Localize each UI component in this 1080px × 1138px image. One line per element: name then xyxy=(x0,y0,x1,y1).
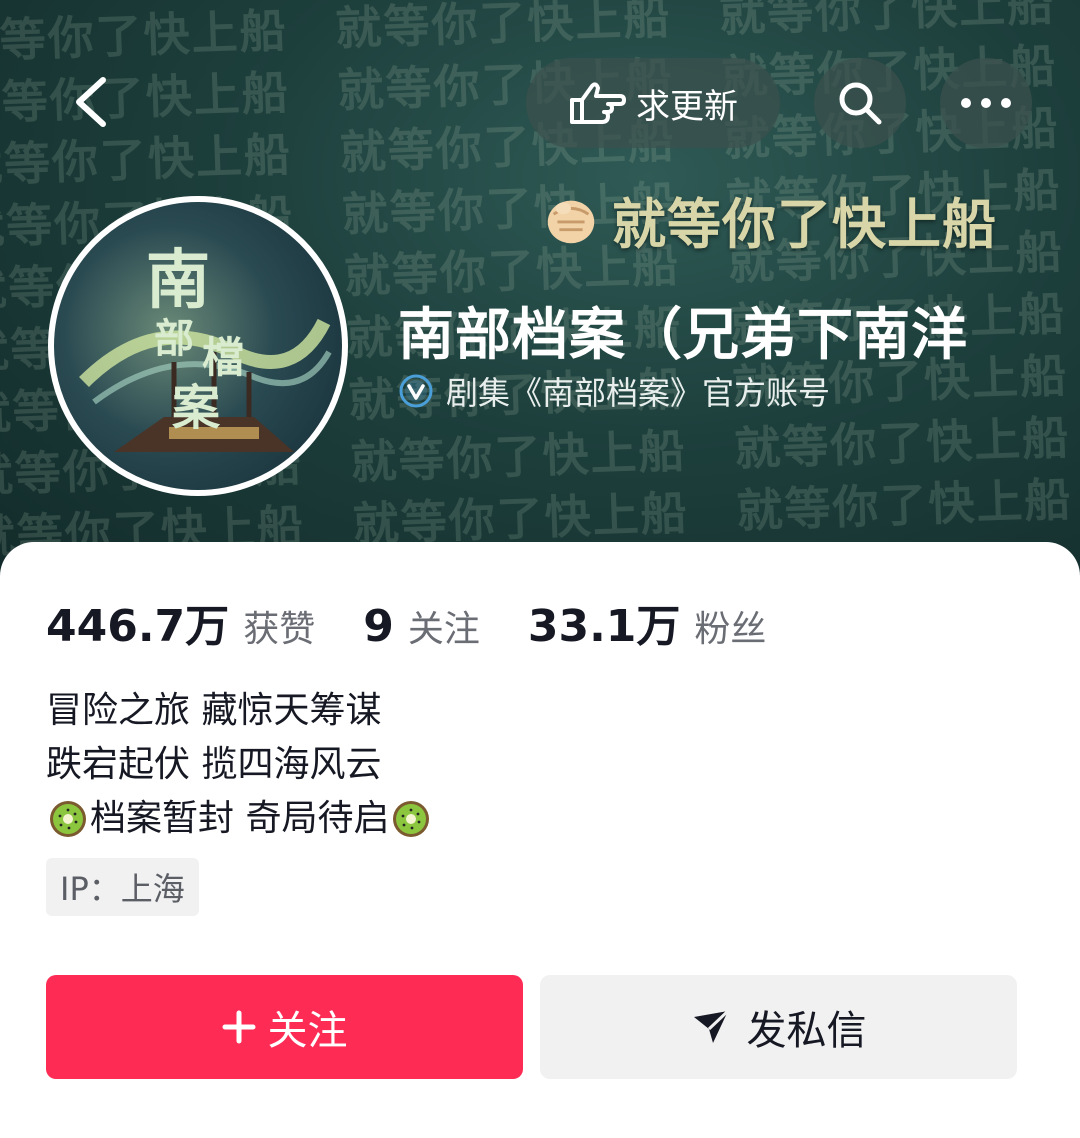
search-button[interactable] xyxy=(814,58,906,148)
profile-name: 南部档案（兄弟下南洋 xyxy=(398,303,968,368)
kiwi-icon xyxy=(393,801,430,837)
following-count[interactable]: 9 xyxy=(363,601,394,652)
search-icon xyxy=(839,82,882,125)
ip-location-tag: IP：上海 xyxy=(46,858,199,916)
plus-icon xyxy=(222,1010,255,1044)
avatar[interactable]: 南 部 檔 案 xyxy=(48,196,348,496)
pointing-hand-icon xyxy=(570,82,626,124)
slogan-text: 就等你了快上船 xyxy=(612,192,997,256)
avatar-title-char-1: 南 xyxy=(146,243,210,318)
fist-icon xyxy=(547,200,595,243)
avatar-artwork: 南 部 檔 案 xyxy=(79,243,332,452)
bio-line-3: 档案暂封 奇局待启 xyxy=(90,798,390,839)
bio-line-1: 冒险之旅 藏惊天筹谋 xyxy=(46,690,382,731)
back-button[interactable] xyxy=(54,64,130,140)
verified-icon xyxy=(399,374,433,408)
kiwi-icon xyxy=(50,801,86,837)
more-button[interactable] xyxy=(940,58,1032,148)
avatar-title-char-3: 檔 xyxy=(202,333,244,382)
bio-line-3-row: 档案暂封 奇局待启 xyxy=(46,792,433,846)
avatar-title-char-2: 部 xyxy=(154,315,194,362)
bio: 冒险之旅 藏惊天筹谋 跌宕起伏 揽四海风云 档案暂封 奇局待启 xyxy=(46,684,433,846)
bio-line-2: 跌宕起伏 揽四海风云 xyxy=(46,744,382,785)
fans-label[interactable]: 粉丝 xyxy=(694,600,766,652)
avatar-title-char-4: 案 xyxy=(172,380,221,436)
send-message-button[interactable]: 发私信 xyxy=(540,975,1017,1079)
send-message-label: 发私信 xyxy=(746,1008,867,1054)
stats-row: 446.7万 获赞 9 关注 33.1万 粉丝 xyxy=(46,590,766,654)
banner-slogan: 就等你了快上船 xyxy=(540,180,997,259)
request-update-button[interactable]: 求更新 xyxy=(526,58,780,148)
likes-count[interactable]: 446.7万 xyxy=(46,590,229,654)
fans-count[interactable]: 33.1万 xyxy=(528,590,681,654)
following-label[interactable]: 关注 xyxy=(408,600,480,652)
request-update-label: 求更新 xyxy=(636,86,738,127)
follow-label: 关注 xyxy=(267,1008,348,1054)
verified-text: 剧集《南部档案》官方账号 xyxy=(446,374,831,412)
verified-row: 剧集《南部档案》官方账号 xyxy=(398,368,830,414)
profile-banner: 就等你了快上船 就等你了快上船 就等你了快上船 就等你了快上船 就等你了快上船 … xyxy=(0,0,1080,590)
send-icon xyxy=(693,1009,729,1043)
more-icon xyxy=(961,98,1011,108)
likes-label[interactable]: 获赞 xyxy=(243,600,315,652)
back-arrow-icon xyxy=(76,77,106,127)
follow-button[interactable]: 关注 xyxy=(46,975,523,1079)
